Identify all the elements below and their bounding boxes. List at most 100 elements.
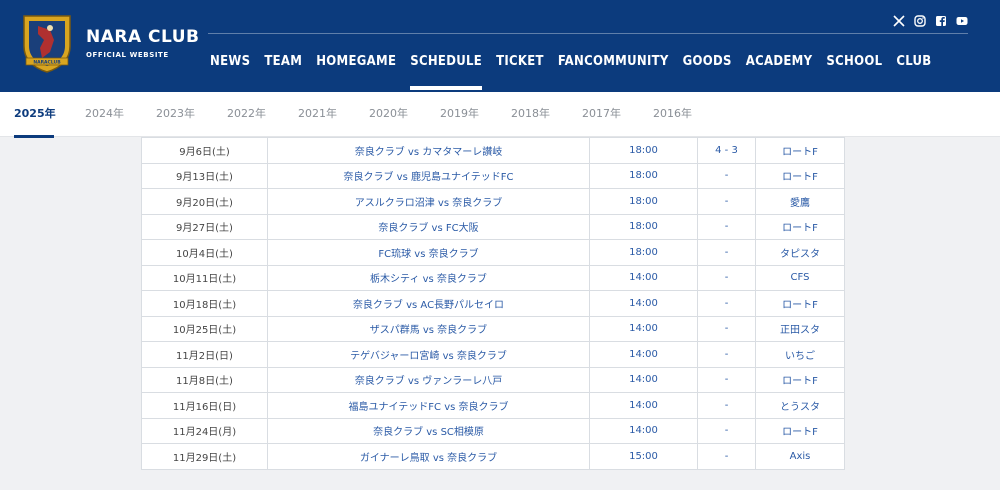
club-crest-logo[interactable]: NARACLUB — [20, 12, 74, 74]
header-divider — [208, 33, 968, 34]
match-date: 11月2日(日) — [141, 341, 268, 368]
match-fixture-link[interactable]: アスルクラロ沼津 vs 奈良クラブ — [267, 188, 590, 215]
kickoff-time: 14:00 — [589, 392, 698, 419]
venue-link[interactable]: タピスタ — [755, 239, 845, 266]
facebook-icon[interactable] — [935, 12, 947, 27]
match-score: - — [697, 213, 756, 240]
nav-item-ticket[interactable]: TICKET — [490, 53, 550, 71]
match-date: 9月6日(土) — [141, 137, 268, 164]
match-date: 9月13日(土) — [141, 162, 268, 189]
brand[interactable]: NARA CLUB OFFICIAL WEBSITE — [86, 27, 200, 59]
venue-link[interactable]: ロートF — [755, 137, 845, 164]
youtube-icon[interactable] — [956, 12, 968, 25]
match-date: 10月18日(土) — [141, 290, 268, 317]
nav-item-fancommunity[interactable]: FANCOMMUNITY — [552, 53, 675, 71]
nav-item-school[interactable]: SCHOOL — [820, 53, 888, 71]
table-row: 9月6日(土) 奈良クラブ vs カマタマーレ讃岐 18:00 4 - 3 ロートF — [141, 137, 845, 164]
match-fixture-link[interactable]: 奈良クラブ vs カマタマーレ讃岐 — [267, 137, 590, 164]
venue-link[interactable]: 愛鷹 — [755, 188, 845, 215]
kickoff-time: 15:00 — [589, 443, 698, 470]
match-fixture-link[interactable]: 奈良クラブ vs AC長野パルセイロ — [267, 290, 590, 317]
match-score: - — [697, 188, 756, 215]
nav-item-goods[interactable]: GOODS — [677, 53, 738, 71]
venue-link[interactable]: ロートF — [755, 162, 845, 189]
nav-item-academy[interactable]: ACADEMY — [740, 53, 819, 71]
table-row: 10月25日(土) ザスパ群馬 vs 奈良クラブ 14:00- 正田スタ — [141, 315, 845, 342]
tab-year[interactable]: 2021年 — [298, 92, 369, 137]
nav-item-team[interactable]: TEAM — [258, 53, 308, 71]
match-fixture-link[interactable]: 奈良クラブ vs 鹿児島ユナイテッドFC — [267, 162, 590, 189]
kickoff-time: 14:00 — [589, 264, 698, 291]
nav-item-schedule[interactable]: SCHEDULE — [404, 53, 488, 90]
tab-year[interactable]: 2024年 — [85, 92, 156, 137]
match-fixture-link[interactable]: ザスパ群馬 vs 奈良クラブ — [267, 315, 590, 342]
match-score: - — [697, 315, 756, 342]
venue-link[interactable]: ロートF — [755, 417, 845, 444]
match-score: - — [697, 417, 756, 444]
match-score: - — [697, 264, 756, 291]
tab-year[interactable]: 2019年 — [440, 92, 511, 137]
venue-link[interactable]: Axis — [755, 443, 845, 470]
match-fixture-link[interactable]: テゲバジャーロ宮崎 vs 奈良クラブ — [267, 341, 590, 368]
match-date: 11月8日(土) — [141, 366, 268, 393]
table-row: 10月4日(土) FC琉球 vs 奈良クラブ 18:00- タピスタ — [141, 239, 845, 266]
tab-year[interactable]: 2018年 — [511, 92, 582, 137]
table-row: 9月20日(土) アスルクラロ沼津 vs 奈良クラブ 18:00- 愛鷹 — [141, 188, 845, 215]
match-fixture-link[interactable]: 栃木シティ vs 奈良クラブ — [267, 264, 590, 291]
table-row: 11月29日(土) ガイナーレ鳥取 vs 奈良クラブ 15:00- Axis — [141, 443, 845, 470]
match-fixture-link[interactable]: 福島ユナイテッドFC vs 奈良クラブ — [267, 392, 590, 419]
match-fixture-link[interactable]: 奈良クラブ vs FC大阪 — [267, 213, 590, 240]
venue-link[interactable]: 正田スタ — [755, 315, 845, 342]
match-score: - — [697, 443, 756, 470]
tab-year[interactable]: 2022年 — [227, 92, 298, 137]
table-row: 11月24日(月) 奈良クラブ vs SC相模原 14:00- ロートF — [141, 417, 845, 444]
kickoff-time: 14:00 — [589, 341, 698, 368]
nav-item-news[interactable]: NEWS — [204, 53, 256, 71]
site-title: NARA CLUB — [86, 27, 200, 47]
match-date: 10月4日(土) — [141, 239, 268, 266]
nav-item-homegame[interactable]: HOMEGAME — [310, 53, 402, 71]
table-row: 10月11日(土) 栃木シティ vs 奈良クラブ 14:00- CFS — [141, 264, 845, 291]
x-icon[interactable] — [893, 12, 905, 27]
kickoff-time: 18:00 — [589, 213, 698, 240]
match-score: - — [697, 239, 756, 266]
venue-link[interactable]: とうスタ — [755, 392, 845, 419]
match-score: - — [697, 162, 756, 189]
match-score: 4 - 3 — [697, 137, 756, 164]
kickoff-time: 14:00 — [589, 315, 698, 342]
site-subtitle: OFFICIAL WEBSITE — [86, 51, 169, 59]
match-fixture-link[interactable]: ガイナーレ鳥取 vs 奈良クラブ — [267, 443, 590, 470]
venue-link[interactable]: CFS — [755, 264, 845, 291]
tab-year[interactable]: 2017年 — [582, 92, 653, 137]
tab-year[interactable]: 2020年 — [369, 92, 440, 137]
table-row: 10月18日(土) 奈良クラブ vs AC長野パルセイロ 14:00- ロートF — [141, 290, 845, 317]
nav-item-club[interactable]: CLUB — [890, 53, 937, 71]
match-fixture-link[interactable]: FC琉球 vs 奈良クラブ — [267, 239, 590, 266]
tab-year[interactable]: 2023年 — [156, 92, 227, 137]
kickoff-time: 18:00 — [589, 188, 698, 215]
match-fixture-link[interactable]: 奈良クラブ vs SC相模原 — [267, 417, 590, 444]
tab-year[interactable]: 2016年 — [653, 92, 724, 137]
venue-link[interactable]: ロートF — [755, 290, 845, 317]
logo-lettering: NARACLUB — [33, 60, 61, 66]
match-score: - — [697, 366, 756, 393]
kickoff-time: 18:00 — [589, 239, 698, 266]
main-nav: NEWS TEAM HOMEGAME SCHEDULE TICKET FANCO… — [204, 53, 940, 90]
match-date: 9月20日(土) — [141, 188, 268, 215]
kickoff-time: 14:00 — [589, 290, 698, 317]
match-score: - — [697, 392, 756, 419]
venue-link[interactable]: ロートF — [755, 213, 845, 240]
venue-link[interactable]: ロートF — [755, 366, 845, 393]
match-date: 10月11日(土) — [141, 264, 268, 291]
site-header: NARACLUB NARA CLUB OFFICIAL WEBSITE NEWS… — [0, 0, 1000, 92]
match-date: 11月24日(月) — [141, 417, 268, 444]
match-date: 11月29日(土) — [141, 443, 268, 470]
match-fixture-link[interactable]: 奈良クラブ vs ヴァンラーレ八戸 — [267, 366, 590, 393]
instagram-icon[interactable] — [914, 12, 926, 27]
tab-year[interactable]: 2025年 — [14, 92, 85, 138]
table-row: 11月2日(日) テゲバジャーロ宮崎 vs 奈良クラブ 14:00- いちご — [141, 341, 845, 368]
table-row: 9月27日(土) 奈良クラブ vs FC大阪 18:00- ロートF — [141, 213, 845, 240]
kickoff-time: 14:00 — [589, 366, 698, 393]
schedule-table: 9月6日(土) 奈良クラブ vs カマタマーレ讃岐 18:00 4 - 3 ロートF 9月… — [141, 137, 845, 470]
venue-link[interactable]: いちご — [755, 341, 845, 368]
